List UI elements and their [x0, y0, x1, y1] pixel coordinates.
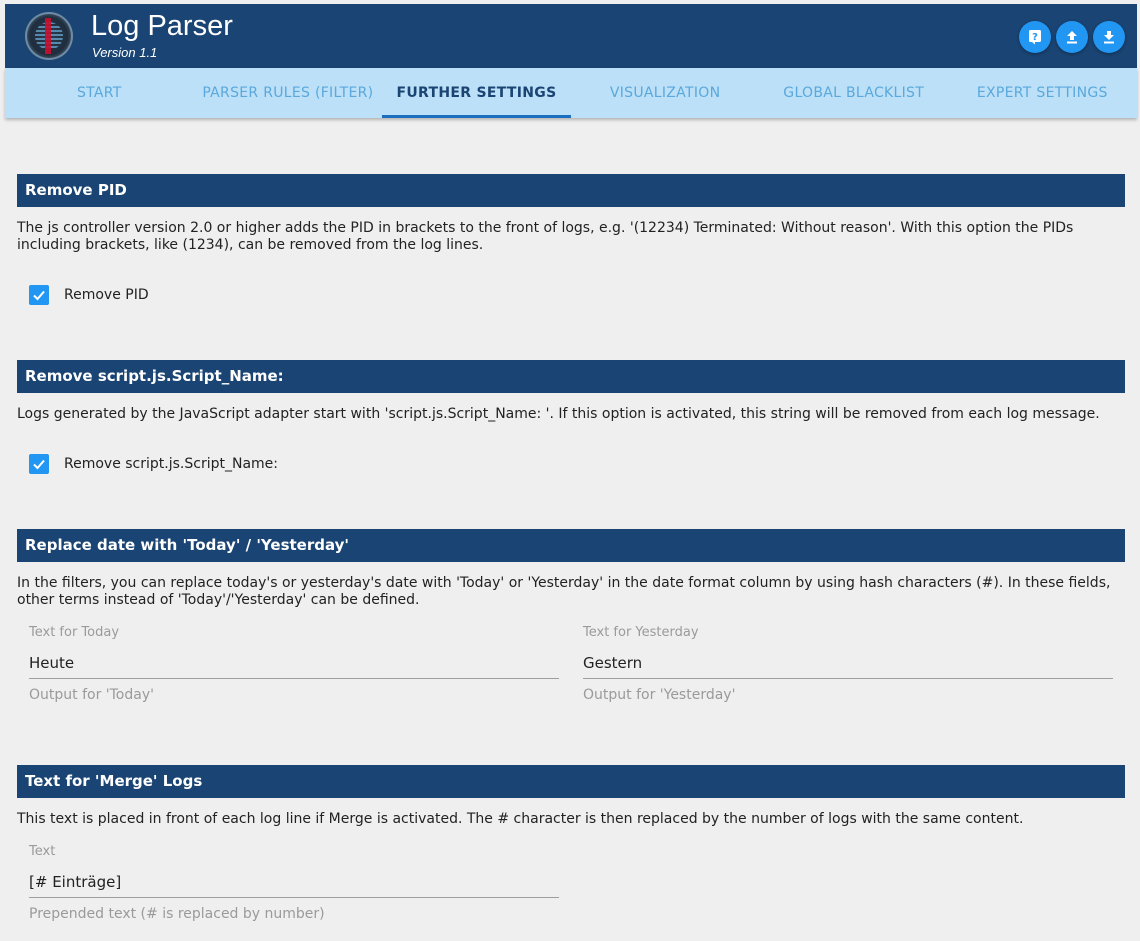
help-button[interactable]: ?: [1019, 21, 1051, 53]
checkmark-icon: [33, 459, 45, 470]
remove-pid-label: Remove PID: [64, 287, 149, 303]
remove-script-label: Remove script.js.Script_Name:: [64, 456, 278, 472]
upload-button[interactable]: [1056, 21, 1088, 53]
section-title-remove-script: Remove script.js.Script_Name:: [17, 360, 1125, 393]
remove-script-checkbox[interactable]: [29, 454, 49, 474]
yesterday-helper-text: Output for 'Yesterday': [583, 687, 736, 703]
tab-parser-rules[interactable]: PARSER RULES (FILTER): [194, 68, 383, 118]
section-description-remove-script: Logs generated by the JavaScript adapter…: [17, 406, 1100, 422]
section-title-replace-date: Replace date with 'Today' / 'Yesterday': [17, 529, 1125, 562]
section-description-replace-date: In the filters, you can replace today's …: [17, 575, 1111, 608]
yesterday-field-label: Text for Yesterday: [583, 625, 699, 640]
section-title-remove-pid: Remove PID: [17, 174, 1125, 207]
section-description-remove-pid: The js controller version 2.0 or higher …: [17, 220, 1074, 253]
download-button[interactable]: [1093, 21, 1125, 53]
today-helper-text: Output for 'Today': [29, 687, 154, 703]
section-title-merge: Text for 'Merge' Logs: [17, 765, 1125, 798]
tab-global-blacklist[interactable]: GLOBAL BLACKLIST: [759, 68, 948, 118]
tab-expert-settings[interactable]: EXPERT SETTINGS: [948, 68, 1137, 118]
help-icon: ?: [1029, 30, 1041, 45]
remove-pid-checkbox[interactable]: [29, 285, 49, 305]
today-text-field: Text for Today Heute Output for 'Today': [29, 625, 559, 703]
remove-pid-option[interactable]: Remove PID: [29, 285, 149, 305]
merge-text-field: Text [# Einträge] Prepended text (# is r…: [29, 844, 559, 922]
merge-helper-text: Prepended text (# is replaced by number): [29, 906, 325, 922]
yesterday-input[interactable]: Gestern: [583, 654, 1113, 679]
tab-start[interactable]: START: [5, 68, 194, 118]
tab-visualization[interactable]: VISUALIZATION: [571, 68, 760, 118]
svg-text:?: ?: [1032, 32, 1038, 43]
tab-bar: START PARSER RULES (FILTER) FURTHER SETT…: [5, 68, 1137, 118]
upload-icon: [1067, 31, 1077, 44]
remove-script-option[interactable]: Remove script.js.Script_Name:: [29, 454, 278, 474]
app-logo: [25, 12, 73, 60]
today-field-label: Text for Today: [29, 625, 120, 640]
merge-input[interactable]: [# Einträge]: [29, 873, 559, 898]
app-title: Log Parser: [91, 10, 233, 42]
checkmark-icon: [33, 290, 45, 301]
app-version: Version 1.1: [92, 45, 158, 60]
tab-further-settings[interactable]: FURTHER SETTINGS: [382, 68, 571, 118]
yesterday-text-field: Text for Yesterday Gestern Output for 'Y…: [583, 625, 1113, 703]
merge-field-label: Text: [29, 844, 56, 859]
section-description-merge: This text is placed in front of each log…: [17, 811, 1024, 827]
today-input[interactable]: Heute: [29, 654, 559, 679]
download-icon: [1104, 31, 1114, 44]
app-header: Log Parser Version 1.1 ?: [5, 4, 1137, 68]
